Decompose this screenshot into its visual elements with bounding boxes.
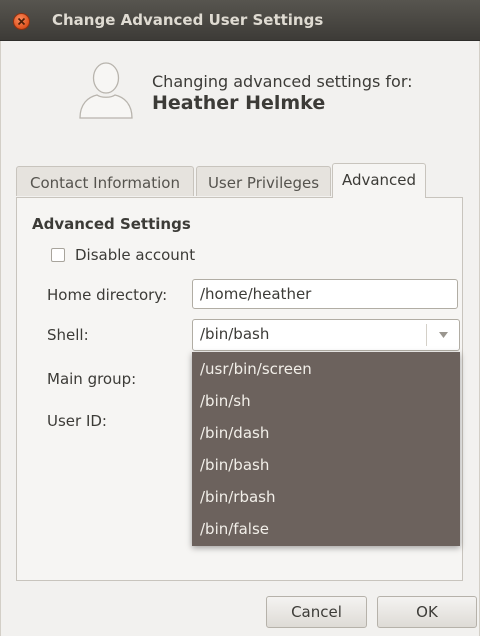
shell-option[interactable]: /bin/dash [192, 417, 460, 449]
disable-account-checkbox[interactable] [51, 248, 65, 262]
shell-label: Shell: [47, 326, 89, 344]
ok-button[interactable]: OK [377, 596, 477, 628]
chevron-down-icon[interactable] [439, 332, 448, 338]
close-window-button[interactable] [13, 13, 30, 30]
shell-option[interactable]: /usr/bin/screen [192, 353, 460, 385]
home-directory-field[interactable]: /home/heather [192, 279, 458, 309]
section-title: Advanced Settings [32, 215, 191, 233]
main-group-label: Main group: [47, 370, 137, 388]
shell-option[interactable]: /bin/false [192, 513, 460, 545]
home-directory-label: Home directory: [47, 286, 168, 304]
shell-option[interactable]: /bin/rbash [192, 481, 460, 513]
user-avatar-icon [79, 62, 133, 119]
close-icon [17, 17, 26, 26]
shell-selected-value: /bin/bash [200, 325, 270, 343]
cancel-button[interactable]: Cancel [266, 596, 367, 628]
shell-dropdown-menu: /usr/bin/screen /bin/sh /bin/dash /bin/b… [192, 352, 460, 546]
user-id-label: User ID: [47, 412, 107, 430]
shell-option[interactable]: /bin/bash [192, 449, 460, 481]
user-name: Heather Helmke [152, 92, 326, 114]
shell-option[interactable]: /bin/sh [192, 385, 460, 417]
shell-combobox[interactable]: /bin/bash [192, 319, 460, 351]
tab-user-privileges[interactable]: User Privileges [196, 166, 331, 196]
disable-account-label[interactable]: Disable account [75, 246, 195, 264]
tab-advanced[interactable]: Advanced [332, 163, 426, 198]
tab-contact-information[interactable]: Contact Information [16, 166, 194, 196]
combo-separator [426, 324, 427, 346]
window-title: Change Advanced User Settings [52, 11, 324, 29]
title-bar: Change Advanced User Settings [0, 0, 480, 41]
changing-settings-text: Changing advanced settings for: [152, 72, 413, 91]
